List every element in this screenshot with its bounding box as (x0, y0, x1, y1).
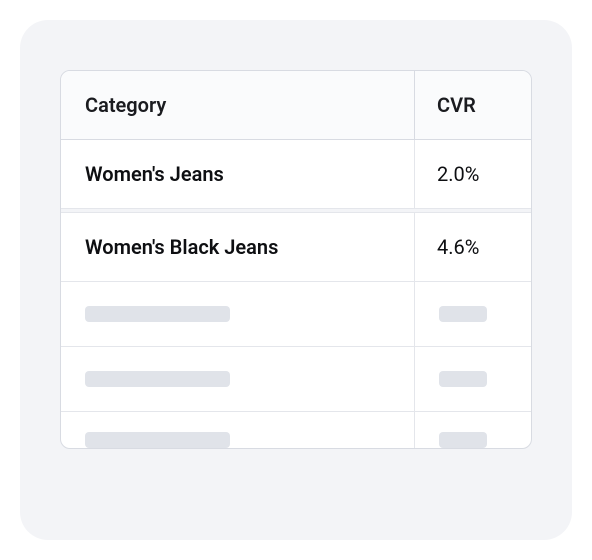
table-row-skeleton (61, 412, 531, 448)
placeholder-bar (439, 371, 487, 387)
table-row-skeleton (61, 347, 531, 412)
table-header-row: Category CVR (61, 71, 531, 140)
table-row-skeleton (61, 282, 531, 347)
cell-cvr: 4.6% (415, 213, 531, 281)
cell-category-placeholder (61, 282, 415, 346)
cell-cvr-placeholder (415, 282, 531, 346)
placeholder-bar (439, 432, 487, 448)
table-row: Women's Black Jeans 4.6% (61, 213, 531, 282)
column-header-cvr: CVR (415, 71, 531, 139)
cell-cvr-placeholder (415, 412, 531, 448)
placeholder-bar (85, 432, 230, 448)
cell-cvr-placeholder (415, 347, 531, 411)
table-row: Women's Jeans 2.0% (61, 140, 531, 209)
cell-category: Women's Jeans (61, 140, 415, 208)
column-header-category: Category (61, 71, 415, 139)
placeholder-bar (439, 306, 487, 322)
metrics-card: Category CVR Women's Jeans 2.0% Women's … (20, 20, 572, 540)
placeholder-bar (85, 306, 230, 322)
cell-category-placeholder (61, 412, 415, 448)
placeholder-bar (85, 371, 230, 387)
cell-category: Women's Black Jeans (61, 213, 415, 281)
cell-cvr: 2.0% (415, 140, 531, 208)
cell-category-placeholder (61, 347, 415, 411)
cvr-table: Category CVR Women's Jeans 2.0% Women's … (60, 70, 532, 449)
